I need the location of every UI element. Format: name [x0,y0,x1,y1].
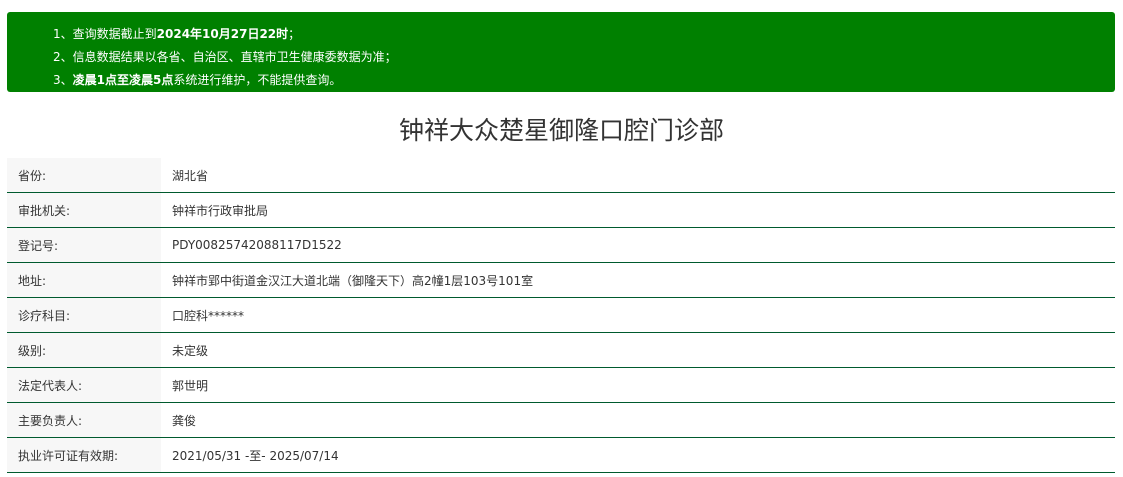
notice-item-text: 3、 [53,73,73,87]
table-row-departments: 诊疗科目: 口腔科****** [7,297,1115,333]
notice-item-text: 1、查询数据截止到 [53,27,157,41]
row-label: 省份: [7,158,161,193]
row-label: 主要负责人: [7,402,161,438]
row-label: 执业许可证有效期: [7,437,161,473]
table-row-principal: 主要负责人: 龚俊 [7,402,1115,438]
row-label: 地址: [7,262,161,298]
notice-item-highlight: 2024年10月27日22时 [156,27,289,41]
notice-item-suffix: 系统进行维护，不能提供查询。 [173,73,342,87]
notice-item: 3、凌晨1点至凌晨5点系统进行维护，不能提供查询。 [53,69,1115,92]
row-value: 未定级 [161,332,1115,368]
table-row-registration-number: 登记号: PDY00825742088117D1522 [7,227,1115,263]
notice-item: 1、查询数据截止到2024年10月27日22时； [53,23,1115,46]
row-value: 钟祥市行政审批局 [161,192,1115,228]
notice-item: 2、信息数据结果以各省、自治区、直辖市卫生健康委数据为准； [53,46,1115,69]
notice-banner: 1、查询数据截止到2024年10月27日22时； 2、信息数据结果以各省、自治区… [7,12,1115,92]
row-label: 审批机关: [7,192,161,228]
table-row-level: 级别: 未定级 [7,332,1115,368]
row-value: 郭世明 [161,367,1115,403]
row-value: 湖北省 [161,158,1115,193]
table-row-province: 省份: 湖北省 [7,158,1115,193]
notice-item-suffix: ； [288,27,301,41]
notice-list: 1、查询数据截止到2024年10月27日22时； 2、信息数据结果以各省、自治区… [7,23,1115,92]
notice-item-highlight: 凌晨1点至凌晨5点 [72,73,174,87]
row-label: 登记号: [7,227,161,263]
table-row-license-validity: 执业许可证有效期: 2021/05/31 -至- 2025/07/14 [7,437,1115,473]
row-label: 法定代表人: [7,367,161,403]
row-label: 级别: [7,332,161,368]
page-title: 钟祥大众楚星御隆口腔门诊部 [398,116,724,145]
details-table: 省份: 湖北省 审批机关: 钟祥市行政审批局 登记号: PDY008257420… [7,158,1115,473]
row-value: 钟祥市郢中街道金汉江大道北端（御隆天下）高2幢1层103号101室 [161,262,1115,298]
table-row-approval-authority: 审批机关: 钟祥市行政审批局 [7,192,1115,228]
notice-item-text: 2、信息数据结果以各省、自治区、直辖市卫生健康委数据为准； [53,50,397,64]
row-value: 口腔科****** [161,297,1115,333]
row-label: 诊疗科目: [7,297,161,333]
row-value: PDY00825742088117D1522 [161,227,1115,263]
row-value: 2021/05/31 -至- 2025/07/14 [161,437,1115,473]
row-value: 龚俊 [161,402,1115,438]
table-row-address: 地址: 钟祥市郢中街道金汉江大道北端（御隆天下）高2幢1层103号101室 [7,262,1115,298]
table-row-legal-representative: 法定代表人: 郭世明 [7,367,1115,403]
